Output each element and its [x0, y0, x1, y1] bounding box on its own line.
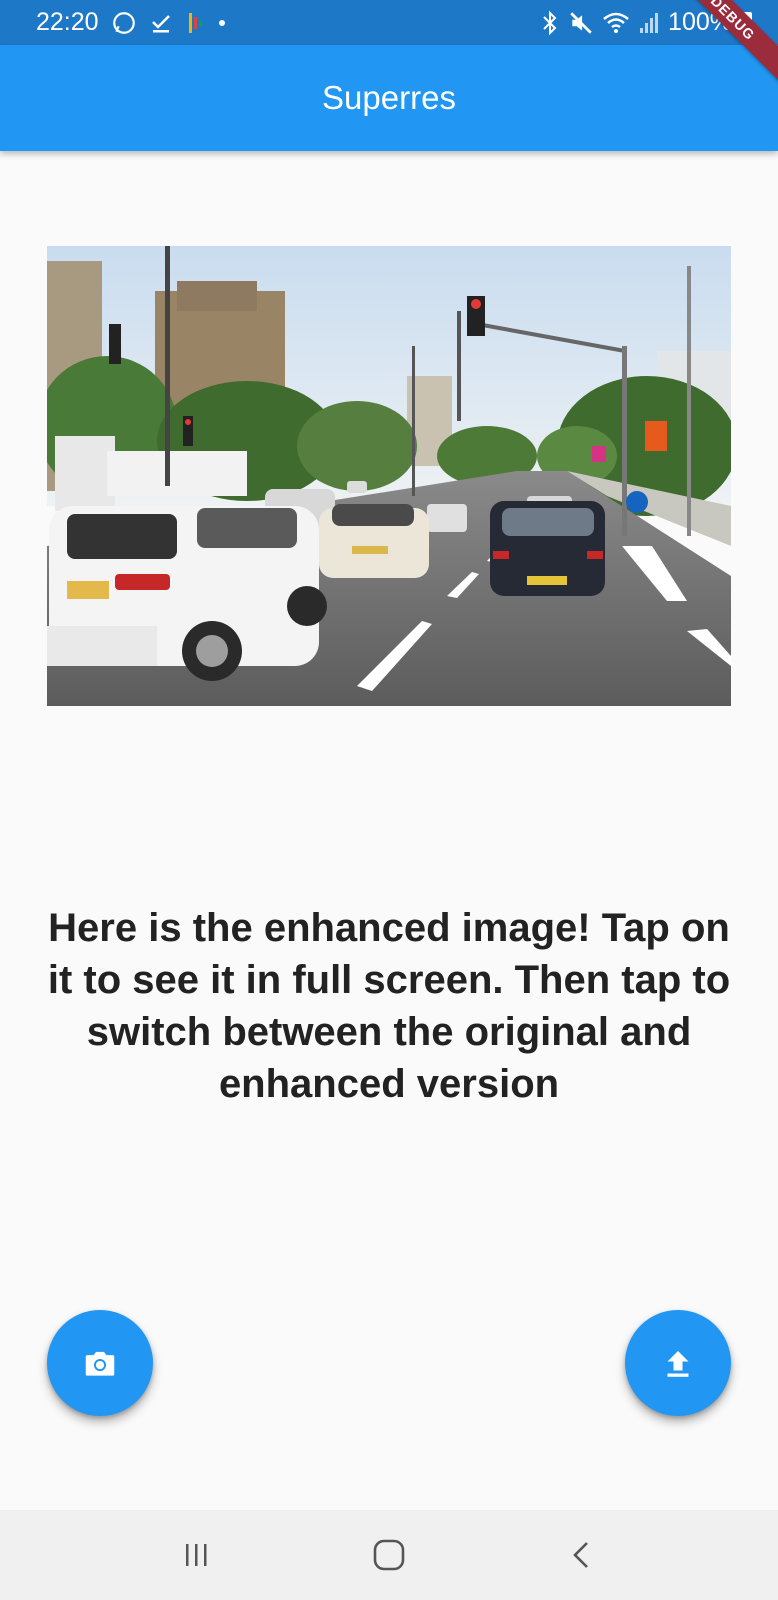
recents-button[interactable] — [156, 1525, 236, 1585]
street-photo — [47, 246, 731, 706]
app-bar: Superres — [0, 45, 778, 151]
upload-icon — [667, 1351, 689, 1377]
wifi-icon — [602, 9, 630, 37]
instruction-message: Here is the enhanced image! Tap on it to… — [47, 906, 731, 1106]
download-done-icon — [149, 9, 173, 37]
app-title: Superres — [322, 79, 456, 116]
recents-icon — [186, 1544, 207, 1566]
status-bar: 22:20 100% — [0, 0, 778, 45]
home-button[interactable] — [349, 1525, 429, 1585]
back-icon — [572, 1542, 588, 1568]
app-icon — [185, 9, 205, 37]
home-icon — [373, 1539, 405, 1571]
mute-icon — [568, 9, 594, 37]
signal-icon — [638, 9, 660, 37]
back-button[interactable] — [542, 1525, 622, 1585]
dot-icon — [217, 9, 227, 37]
status-left: 22:20 — [36, 8, 227, 37]
enhanced-image[interactable] — [47, 246, 731, 706]
app-screen: 22:20 100% DEBUG Superres Here is the en… — [0, 0, 778, 1600]
status-time: 22:20 — [36, 8, 99, 36]
bluetooth-icon — [540, 9, 560, 37]
camera-button[interactable] — [47, 1310, 153, 1416]
upload-button[interactable] — [625, 1310, 731, 1416]
system-nav-bar — [0, 1510, 778, 1600]
whatsapp-icon — [111, 9, 137, 37]
camera-icon — [85, 1351, 115, 1376]
